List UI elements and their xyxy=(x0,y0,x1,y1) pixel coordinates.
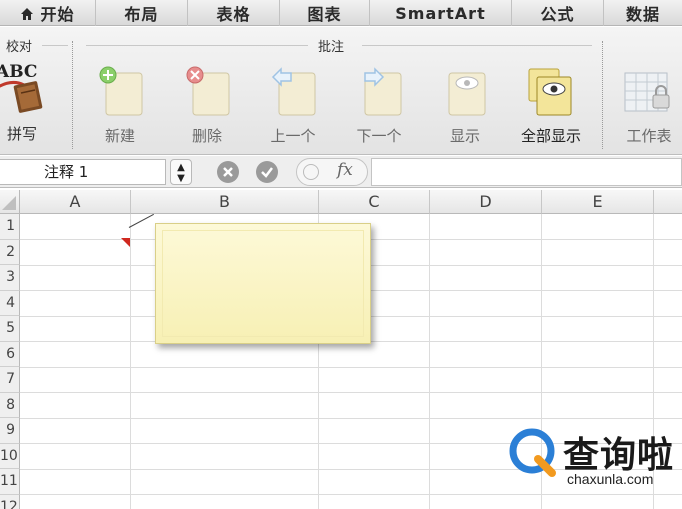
name-box[interactable]: 注释 1 xyxy=(0,159,166,185)
tab-data[interactable]: 数据 xyxy=(604,0,682,26)
delete-comment-button[interactable]: 删除 xyxy=(170,65,244,151)
worksheet-lock-icon xyxy=(623,65,675,119)
comment-box[interactable] xyxy=(155,223,371,344)
show-all-comments-icon xyxy=(523,65,579,119)
group-separator xyxy=(602,41,603,149)
tab-smartart[interactable]: SmartArt xyxy=(370,0,512,26)
gridline xyxy=(20,494,682,495)
column-header-e[interactable]: E xyxy=(542,190,654,214)
next-comment-icon xyxy=(353,65,405,119)
group-title-comments: 批注 xyxy=(318,40,345,55)
tab-formulas[interactable]: 公式 xyxy=(512,0,604,26)
tab-layout[interactable]: 布局 xyxy=(96,0,188,26)
spelling-button[interactable]: ABC 拼写 xyxy=(0,61,56,147)
delete-comment-label: 删除 xyxy=(191,127,222,145)
row-header[interactable]: 12 xyxy=(0,494,20,509)
column-header-a[interactable]: A xyxy=(20,190,131,214)
row-header[interactable]: 10 xyxy=(0,443,20,469)
row-header[interactable]: 8 xyxy=(0,392,20,418)
group-divider xyxy=(42,45,68,46)
confirm-icon[interactable] xyxy=(256,161,278,183)
eye-comment-icon xyxy=(439,65,491,119)
gridline xyxy=(130,214,131,509)
row-header[interactable]: 9 xyxy=(0,418,20,444)
group-separator xyxy=(72,41,73,149)
down-arrow-icon: ▼ xyxy=(177,173,185,184)
group-divider xyxy=(86,45,308,46)
tab-home[interactable]: 开始 xyxy=(0,0,96,26)
group-title-proofing: 校对 xyxy=(6,40,33,55)
tab-charts[interactable]: 图表 xyxy=(280,0,370,26)
ribbon: 校对 ABC 拼写 批注 新建 删除 上一个 下一个 显示 全部显示 工作表 xyxy=(0,27,682,155)
gridline xyxy=(20,417,682,419)
tab-tables[interactable]: 表格 xyxy=(188,0,280,26)
new-comment-icon xyxy=(94,65,146,119)
show-comment-button[interactable]: 显示 xyxy=(428,65,502,151)
tab-label: SmartArt xyxy=(395,3,486,23)
formula-bar: 注释 1 ▲ ▼ fx xyxy=(0,156,682,188)
row-header[interactable]: 7 xyxy=(0,367,20,393)
fx-icon: fx xyxy=(337,160,353,180)
up-arrow-icon: ▲ xyxy=(177,162,185,173)
next-comment-button[interactable]: 下一个 xyxy=(342,65,416,151)
row-header[interactable]: 6 xyxy=(0,341,20,367)
tab-label: 开始 xyxy=(40,5,75,24)
watermark-url: chaxunla.com xyxy=(567,471,654,487)
tab-label: 图表 xyxy=(307,5,342,24)
tab-label: 数据 xyxy=(625,5,660,24)
row-header[interactable]: 1 xyxy=(0,214,20,240)
row-header[interactable]: 4 xyxy=(0,290,20,316)
cancel-icon[interactable] xyxy=(217,161,239,183)
show-all-comments-label: 全部显示 xyxy=(520,127,581,145)
insert-function-button[interactable]: fx xyxy=(296,158,368,186)
formula-input[interactable] xyxy=(371,158,682,186)
column-header-c[interactable]: C xyxy=(319,190,430,214)
tab-label: 表格 xyxy=(216,5,251,24)
previous-comment-icon xyxy=(267,65,319,119)
spelling-label: 拼写 xyxy=(6,125,37,143)
column-header-d[interactable]: D xyxy=(430,190,542,214)
previous-comment-label: 上一个 xyxy=(270,127,316,145)
select-all-corner[interactable] xyxy=(0,190,20,214)
row-header[interactable]: 11 xyxy=(0,469,20,495)
circle-icon xyxy=(303,164,319,180)
watermark-logo xyxy=(508,427,558,477)
new-comment-button[interactable]: 新建 xyxy=(83,65,157,151)
gridline xyxy=(20,392,682,393)
next-comment-label: 下一个 xyxy=(356,127,402,145)
tab-label: 布局 xyxy=(124,5,159,24)
new-comment-label: 新建 xyxy=(104,127,135,145)
column-header-b[interactable]: B xyxy=(131,190,319,214)
column-header-partial[interactable] xyxy=(654,190,682,214)
delete-comment-icon xyxy=(181,65,233,119)
tab-label: 公式 xyxy=(540,5,575,24)
gridline xyxy=(20,366,682,368)
spelling-book-icon: ABC xyxy=(0,61,48,113)
svg-text:ABC: ABC xyxy=(0,62,37,82)
name-box-stepper[interactable]: ▲ ▼ xyxy=(170,159,192,185)
home-icon xyxy=(20,6,34,20)
group-divider xyxy=(362,45,592,46)
ribbon-tab-bar: 开始 布局 表格 图表 SmartArt 公式 数据 xyxy=(0,0,682,26)
gridline xyxy=(429,214,430,509)
worksheet-label: 工作表 xyxy=(626,127,672,145)
row-header[interactable]: 5 xyxy=(0,316,20,342)
row-header[interactable]: 3 xyxy=(0,265,20,291)
row-header[interactable]: 2 xyxy=(0,239,20,265)
show-all-comments-button[interactable]: 全部显示 xyxy=(512,65,590,151)
comment-indicator[interactable] xyxy=(121,238,130,247)
show-comment-label: 显示 xyxy=(449,127,480,145)
protect-worksheet-button[interactable]: 工作表 xyxy=(612,65,682,151)
previous-comment-button[interactable]: 上一个 xyxy=(256,65,330,151)
